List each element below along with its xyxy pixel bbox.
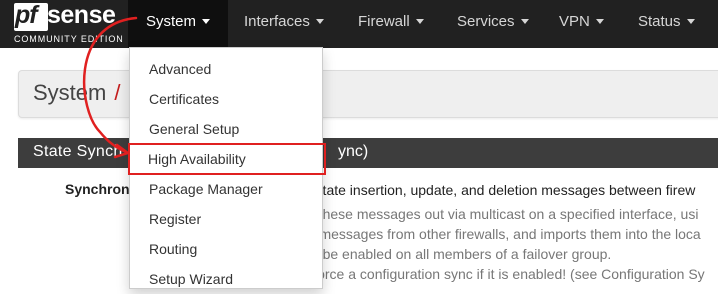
menu-item-high-availability[interactable]: High Availability	[128, 143, 326, 175]
help-text-line: uld be enabled on all members of a failo…	[300, 246, 612, 262]
nav-firewall[interactable]: Firewall	[358, 0, 424, 48]
field-label-synchronize: Synchroni	[65, 181, 134, 197]
nav-interfaces-label: Interfaces	[244, 13, 310, 30]
nav-services[interactable]: Services	[457, 0, 529, 48]
nav-interfaces[interactable]: Interfaces	[244, 0, 324, 48]
page-header: System /	[18, 70, 718, 118]
nav-status-label: Status	[638, 13, 681, 30]
panel-title: State Synch	[33, 143, 123, 160]
logo-pf-box: pf	[14, 1, 48, 31]
nav-system[interactable]: System	[128, 0, 229, 48]
logo-pf-text: pf	[15, 1, 38, 29]
help-text-line: ill force a configuration sync if it is …	[300, 266, 705, 282]
menu-item-certificates[interactable]: Certificates	[130, 84, 322, 114]
caret-down-icon	[415, 19, 424, 24]
system-dropdown-menu: Advanced Certificates General Setup High…	[128, 47, 326, 289]
help-text-line: ds these messages out via multicast on a…	[300, 206, 699, 222]
help-text-line: lar messages from other firewalls, and i…	[300, 226, 701, 242]
breadcrumb-system[interactable]: System	[33, 80, 106, 105]
nav-status[interactable]: Status	[638, 0, 695, 48]
caret-down-icon	[595, 19, 604, 24]
menu-item-package-manager[interactable]: Package Manager	[130, 174, 322, 204]
nav-vpn[interactable]: VPN	[559, 0, 604, 48]
nav-firewall-label: Firewall	[358, 13, 410, 30]
caret-down-icon	[520, 19, 529, 24]
pfsense-logo[interactable]: pf sense COMMUNITY EDITION	[0, 0, 128, 48]
caret-down-icon	[202, 19, 211, 24]
top-navbar: pf sense COMMUNITY EDITION System Interf…	[0, 0, 718, 48]
help-text-line: rs state insertion, update, and deletion…	[300, 182, 696, 198]
menu-item-register[interactable]: Register	[130, 204, 322, 234]
menu-item-general-setup[interactable]: General Setup	[130, 114, 322, 144]
nav-services-label: Services	[457, 13, 515, 30]
caret-down-icon	[686, 19, 695, 24]
logo-sense-text: sense	[47, 1, 116, 29]
menu-item-advanced[interactable]: Advanced	[130, 54, 322, 84]
nav-system-label: System	[146, 13, 197, 30]
logo-edition: COMMUNITY EDITION	[14, 34, 124, 44]
nav-vpn-label: VPN	[559, 13, 590, 30]
panel-title-tail: ync)	[338, 143, 369, 160]
menu-item-routing[interactable]: Routing	[130, 234, 322, 264]
menu-item-setup-wizard[interactable]: Setup Wizard	[130, 264, 322, 294]
caret-down-icon	[315, 19, 324, 24]
panel-heading: State Synch ync)	[18, 138, 718, 168]
breadcrumb-separator: /	[114, 80, 121, 105]
page-title: System /	[33, 80, 120, 106]
